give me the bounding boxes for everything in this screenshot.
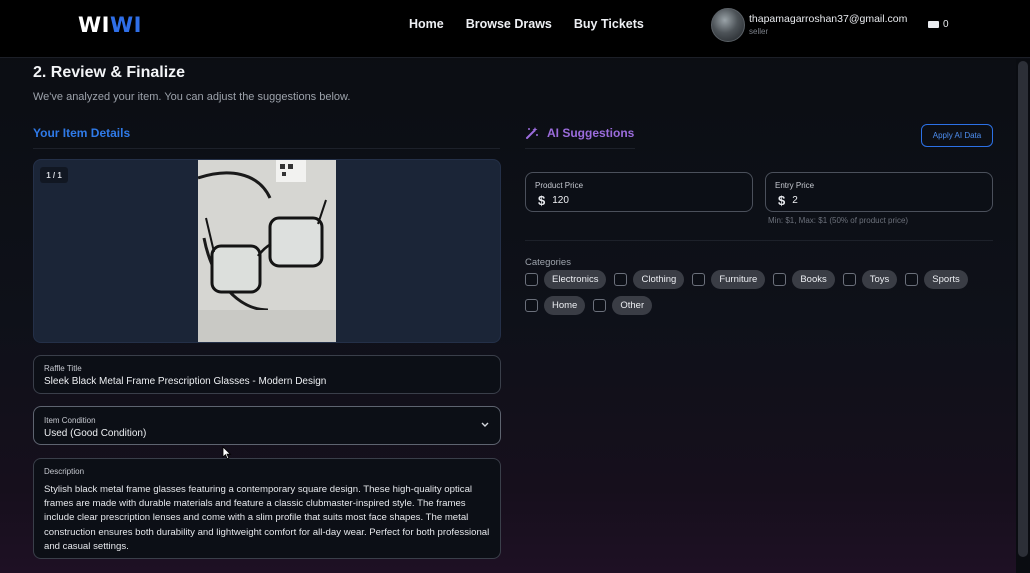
- chevron-down-icon: [481, 422, 489, 427]
- categories-label: Categories: [525, 257, 571, 268]
- category-checkbox[interactable]: [842, 273, 856, 286]
- user-menu[interactable]: thapamagarroshan37@gmail.com seller: [711, 8, 907, 42]
- description-field[interactable]: Description Stylish black metal frame gl…: [33, 458, 501, 559]
- description-textarea[interactable]: Stylish black metal frame glasses featur…: [44, 483, 492, 554]
- top-navbar: WIWI Home Browse Draws Buy Tickets thapa…: [0, 0, 1030, 58]
- avatar[interactable]: [711, 8, 745, 42]
- product-price-label: Product Price: [535, 181, 584, 190]
- category-checkbox[interactable]: [593, 299, 607, 312]
- category-checkbox[interactable]: [692, 273, 706, 286]
- item-condition-select[interactable]: Item Condition Used (Good Condition): [33, 406, 501, 445]
- divider: [33, 148, 500, 149]
- category-chip[interactable]: Clothing: [633, 270, 685, 289]
- page-title: 2. Review & Finalize: [33, 64, 186, 81]
- category-checkbox[interactable]: [773, 273, 787, 286]
- category-checkbox[interactable]: [614, 273, 628, 286]
- product-price-field[interactable]: Product Price $ 120: [525, 172, 753, 212]
- category-other[interactable]: Other: [593, 296, 653, 315]
- ticket-icon: [928, 21, 939, 28]
- user-role: seller: [749, 26, 769, 36]
- page-scrollbar[interactable]: [1016, 59, 1030, 573]
- item-details-heading: Your Item Details: [33, 126, 131, 140]
- cart-count: 0: [943, 19, 949, 30]
- raffle-title-input[interactable]: Sleek Black Metal Frame Prescription Gla…: [44, 376, 326, 387]
- category-toys[interactable]: Toys: [842, 270, 898, 289]
- divider: [525, 148, 635, 149]
- dollar-icon: $: [778, 193, 786, 208]
- category-home[interactable]: Home: [525, 296, 586, 315]
- entry-price-label: Entry Price: [775, 181, 815, 190]
- category-furniture[interactable]: Furniture: [692, 270, 766, 289]
- category-chip[interactable]: Sports: [924, 270, 968, 289]
- divider: [525, 240, 993, 241]
- nav-browse-draws[interactable]: Browse Draws: [466, 17, 552, 31]
- scrollbar-thumb[interactable]: [1018, 61, 1028, 557]
- categories-row: Electronics Clothing Furniture Books Toy…: [525, 270, 976, 289]
- item-condition-value: Used (Good Condition): [44, 428, 147, 439]
- category-chip[interactable]: Books: [792, 270, 835, 289]
- page-subtitle: We've analyzed your item. You can adjust…: [33, 91, 351, 103]
- image-counter: 1 / 1: [40, 167, 68, 183]
- nav-home[interactable]: Home: [409, 17, 444, 31]
- entry-price-input[interactable]: 2: [792, 195, 798, 206]
- category-books[interactable]: Books: [773, 270, 835, 289]
- raffle-title-label: Raffle Title: [44, 364, 82, 373]
- magic-wand-icon: [526, 127, 538, 139]
- category-chip[interactable]: Other: [612, 296, 653, 315]
- category-sports[interactable]: Sports: [905, 270, 968, 289]
- item-photo: [197, 160, 336, 342]
- category-checkbox[interactable]: [525, 299, 538, 312]
- user-email: thapamagarroshan37@gmail.com: [749, 13, 908, 26]
- description-label: Description: [44, 467, 85, 476]
- wiwi-logo[interactable]: WIWI: [78, 13, 142, 37]
- item-image-carousel[interactable]: 1 / 1: [33, 159, 501, 343]
- apply-ai-data-button[interactable]: Apply AI Data: [921, 124, 993, 147]
- cart-button[interactable]: 0: [928, 19, 949, 30]
- category-electronics[interactable]: Electronics: [525, 270, 607, 289]
- ai-suggestions-title: AI Suggestions: [547, 126, 635, 140]
- category-chip[interactable]: Furniture: [711, 270, 766, 289]
- category-chip[interactable]: Electronics: [544, 270, 607, 289]
- ai-suggestions-heading: AI Suggestions: [525, 126, 634, 140]
- item-condition-label: Item Condition: [44, 416, 96, 425]
- nav-buy-tickets[interactable]: Buy Tickets: [574, 17, 644, 31]
- entry-price-hint: Min: $1, Max: $1 (50% of product price): [768, 216, 909, 225]
- product-price-input[interactable]: 120: [552, 195, 569, 206]
- category-chip[interactable]: Toys: [861, 270, 898, 289]
- dollar-icon: $: [538, 193, 546, 208]
- category-clothing[interactable]: Clothing: [614, 270, 685, 289]
- categories-row: Home Other: [525, 296, 660, 315]
- entry-price-field[interactable]: Entry Price $ 2: [765, 172, 993, 212]
- category-chip[interactable]: Home: [544, 296, 586, 315]
- category-checkbox[interactable]: [525, 273, 538, 286]
- main-nav: Home Browse Draws Buy Tickets: [409, 17, 644, 31]
- raffle-title-field[interactable]: Raffle Title Sleek Black Metal Frame Pre…: [33, 355, 501, 394]
- category-checkbox[interactable]: [905, 273, 919, 286]
- mouse-cursor-icon: [222, 446, 232, 460]
